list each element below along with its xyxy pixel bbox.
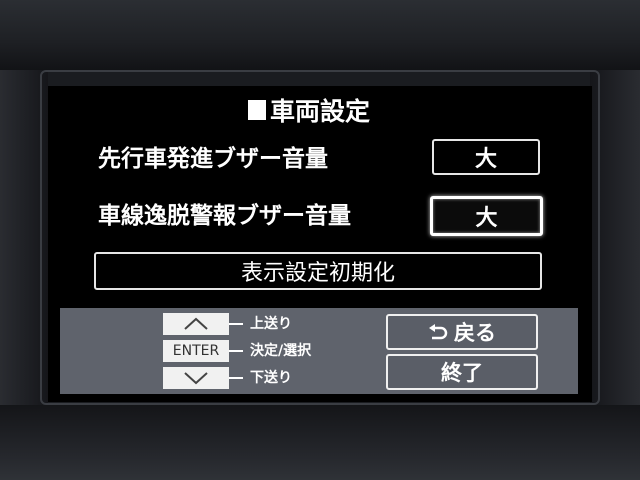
enter-key: ENTER — [163, 340, 229, 362]
back-button-label: 戻る — [454, 321, 496, 345]
enter-key-text: ENTER — [172, 343, 220, 359]
reset-display-settings-button[interactable]: 表示設定初期化 — [94, 252, 542, 290]
up-key — [163, 313, 229, 335]
key-connector — [229, 350, 243, 352]
page-title: 車両設定 — [248, 94, 468, 126]
down-key-label: 下送り — [250, 370, 292, 386]
display-screen: 車両設定 先行車発進ブザー音量 大 車線逸脱警報ブザー音量 大 表示設定初期化 … — [48, 86, 592, 402]
enter-key-label: 決定/選択 — [250, 343, 312, 359]
key-connector — [229, 377, 243, 379]
dashboard-bezel-top — [0, 0, 640, 70]
lead-vehicle-buzzer-volume-button[interactable]: 大 — [432, 139, 540, 175]
down-key — [163, 367, 229, 389]
setting-label-lane-departure-buzzer: 車線逸脱警報ブザー音量 — [98, 203, 351, 229]
lead-vehicle-buzzer-volume-value: 大 — [474, 147, 497, 172]
return-arrow-icon — [428, 323, 448, 341]
lane-departure-buzzer-volume-button[interactable]: 大 — [430, 196, 543, 236]
filled-square-icon — [248, 100, 266, 120]
up-key-label: 上送り — [250, 316, 292, 332]
reset-display-settings-label: 表示設定初期化 — [240, 261, 395, 286]
chevron-down-icon — [184, 372, 208, 385]
page-title-text: 車両設定 — [270, 97, 371, 126]
end-button[interactable]: 終了 — [386, 354, 538, 390]
dashboard-bezel-bottom — [0, 405, 640, 480]
chevron-up-icon — [184, 317, 208, 330]
setting-label-lead-vehicle-buzzer: 先行車発進ブザー音量 — [98, 146, 328, 172]
lane-departure-buzzer-volume-value: 大 — [475, 206, 498, 231]
end-button-label: 終了 — [441, 361, 483, 385]
back-button[interactable]: 戻る — [386, 314, 538, 350]
control-guide-panel: 上送り ENTER 決定/選択 下送り 戻る 終了 — [60, 308, 578, 394]
key-connector — [229, 323, 243, 325]
